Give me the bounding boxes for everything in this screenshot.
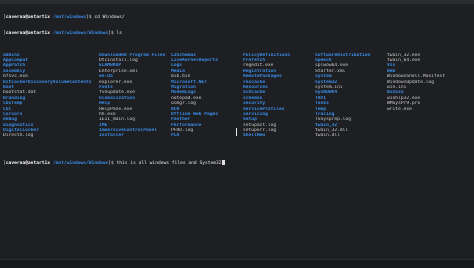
ls-empty-cell	[171, 139, 243, 144]
prompt-user: caverna@antartix	[5, 161, 51, 167]
ls-empty-cell	[315, 139, 387, 144]
prompt-line-1: [caverna@antartix /mnt/windows]$ cd Wind…	[3, 15, 469, 20]
mouse-ibeam-cursor-icon	[235, 128, 237, 136]
status-bar	[0, 259, 474, 268]
ls-empty-cell	[3, 139, 99, 144]
prompt-user: caverna@antartix	[5, 14, 51, 20]
ls-empty-cell	[243, 139, 315, 144]
prompt-user: caverna@antartix	[5, 31, 51, 37]
prompt-path: /mnt/windows	[52, 14, 87, 20]
text-cursor	[221, 160, 225, 166]
ls-empty-cell	[99, 139, 171, 144]
ls-empty-cell	[387, 139, 459, 144]
command-text: this is all windows files and System32	[116, 161, 222, 167]
prompt-path: /mnt/windows/Windows	[52, 161, 109, 167]
prompt-path: /mnt/windows/Windows	[52, 31, 109, 37]
prompt-line-3: [caverna@antartix /mnt/windows/Windows]$…	[3, 160, 469, 167]
command-text: cd Windows/	[94, 14, 125, 20]
command-text: ls	[116, 31, 123, 37]
terminal-window: [caverna@antartix /mnt/windows]$ cd Wind…	[0, 0, 474, 268]
prompt-line-2: [caverna@antartix /mnt/windows/Windows]$…	[3, 31, 469, 36]
